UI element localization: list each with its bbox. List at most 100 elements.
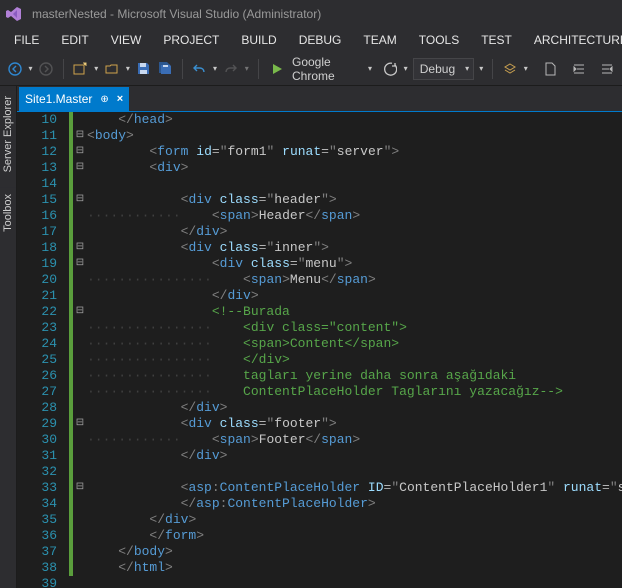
line-number: 30 [17, 432, 69, 448]
fold-toggle[interactable]: ⊟ [73, 128, 87, 144]
menu-edit[interactable]: EDIT [51, 30, 98, 50]
code-line[interactable]: 13⊟ <div> [17, 160, 622, 176]
menu-architecture[interactable]: ARCHITECTURE [524, 30, 622, 50]
undo-button[interactable] [191, 58, 208, 80]
code-line[interactable]: 35 </div> [17, 512, 622, 528]
new-document-button[interactable] [542, 58, 559, 80]
menu-test[interactable]: TEST [471, 30, 522, 50]
code-line[interactable]: 22⊟ <!--Burada [17, 304, 622, 320]
nav-back-dropdown[interactable]: ▾ [27, 64, 33, 73]
browse-with-dropdown[interactable]: ▾ [402, 64, 408, 73]
code-line[interactable]: 20················ <span>Menu</span> [17, 272, 622, 288]
code-text: <body> [87, 128, 134, 144]
code-line[interactable]: 16············ <span>Header</span> [17, 208, 622, 224]
solution-configuration-select[interactable]: Debug [413, 58, 474, 80]
line-number: 15 [17, 192, 69, 208]
open-file-button[interactable] [103, 58, 120, 80]
code-line[interactable]: 18⊟ <div class="inner"> [17, 240, 622, 256]
text-outdent-button[interactable] [599, 58, 616, 80]
code-text: </div> [87, 448, 227, 464]
browse-with-button[interactable] [381, 58, 398, 80]
save-button[interactable] [135, 58, 152, 80]
code-line[interactable]: 37 </body> [17, 544, 622, 560]
line-number: 39 [17, 576, 69, 588]
close-icon[interactable]: × [117, 93, 123, 105]
fold-toggle[interactable]: ⊟ [73, 256, 87, 272]
line-number: 17 [17, 224, 69, 240]
pin-icon[interactable]: ⊕ [100, 94, 108, 105]
vs-logo-icon [6, 6, 22, 22]
code-line[interactable]: 38 </html> [17, 560, 622, 576]
line-number: 23 [17, 320, 69, 336]
code-line[interactable]: 15⊟ <div class="header"> [17, 192, 622, 208]
code-line[interactable]: 10 </head> [17, 112, 622, 128]
code-line[interactable]: 11⊟<body> [17, 128, 622, 144]
fold-toggle [73, 368, 87, 384]
redo-dropdown[interactable]: ▾ [244, 64, 250, 73]
code-line[interactable]: 23 ················ <div class="content"> [17, 320, 622, 336]
open-file-dropdown[interactable]: ▾ [125, 64, 131, 73]
fold-toggle[interactable]: ⊟ [73, 160, 87, 176]
fold-toggle [73, 352, 87, 368]
redo-button[interactable] [222, 58, 239, 80]
code-editor[interactable]: 10 </head>11⊟<body>12⊟ <form id="form1" … [17, 112, 622, 588]
fold-toggle[interactable]: ⊟ [73, 240, 87, 256]
menu-team[interactable]: TEAM [353, 30, 406, 50]
line-number: 31 [17, 448, 69, 464]
code-line[interactable]: 28 </div> [17, 400, 622, 416]
code-line[interactable]: 12⊟ <form id="form1" runat="server"> [17, 144, 622, 160]
code-line[interactable]: 31 </div> [17, 448, 622, 464]
new-project-dropdown[interactable]: ▾ [93, 64, 99, 73]
fold-toggle[interactable]: ⊟ [73, 304, 87, 320]
code-line[interactable]: 39 [17, 576, 622, 588]
code-text: <div class="header"> [87, 192, 337, 208]
code-text: ················ <div class="content"> [87, 320, 407, 336]
start-debugging-button[interactable] [269, 58, 286, 80]
undo-dropdown[interactable]: ▾ [212, 64, 218, 73]
code-line[interactable]: 33⊟ <asp:ContentPlaceHolder ID="ContentP… [17, 480, 622, 496]
code-line[interactable]: 36 </form> [17, 528, 622, 544]
line-number: 12 [17, 144, 69, 160]
code-line[interactable]: 30············ <span>Footer</span> [17, 432, 622, 448]
line-number: 34 [17, 496, 69, 512]
fold-toggle [73, 208, 87, 224]
start-target-label[interactable]: Google Chrome [292, 55, 359, 83]
code-text: ················ </div> [87, 352, 290, 368]
text-indent-button[interactable] [570, 58, 587, 80]
menu-project[interactable]: PROJECT [153, 30, 229, 50]
menu-build[interactable]: BUILD [231, 30, 286, 50]
menu-view[interactable]: VIEW [101, 30, 152, 50]
toolbar: ▾ ▾ ▾ ▾ ▾ Google Chrome ▾ ▾ Debug ▾ ▾ [0, 52, 622, 86]
fold-toggle[interactable]: ⊟ [73, 192, 87, 208]
layers-dropdown[interactable]: ▾ [523, 64, 529, 73]
menu-tools[interactable]: TOOLS [409, 30, 469, 50]
code-line[interactable]: 32 [17, 464, 622, 480]
new-project-button[interactable] [72, 58, 89, 80]
document-tab-active[interactable]: Site1.Master ⊕ × [19, 87, 129, 111]
code-line[interactable]: 29⊟ <div class="footer"> [17, 416, 622, 432]
save-all-button[interactable] [156, 58, 173, 80]
code-line[interactable]: 19⊟ <div class="menu"> [17, 256, 622, 272]
line-number: 13 [17, 160, 69, 176]
code-line[interactable]: 21 </div> [17, 288, 622, 304]
fold-toggle[interactable]: ⊟ [73, 144, 87, 160]
menu-file[interactable]: FILE [4, 30, 49, 50]
code-line[interactable]: 34 </asp:ContentPlaceHolder> [17, 496, 622, 512]
nav-back-button[interactable] [6, 58, 23, 80]
layers-button[interactable] [501, 58, 518, 80]
code-line[interactable]: 26················ tagları yerine daha s… [17, 368, 622, 384]
toolbox-tab[interactable]: Toolbox [0, 188, 16, 238]
fold-toggle[interactable]: ⊟ [73, 480, 87, 496]
start-target-dropdown[interactable]: ▾ [367, 64, 373, 73]
code-line[interactable]: 14 [17, 176, 622, 192]
code-line[interactable]: 27················ ContentPlaceHolder Ta… [17, 384, 622, 400]
fold-toggle[interactable]: ⊟ [73, 416, 87, 432]
fold-toggle [73, 528, 87, 544]
code-line[interactable]: 24················ <span>Content</span> [17, 336, 622, 352]
toolbar-separator [492, 59, 493, 79]
code-line[interactable]: 17 </div> [17, 224, 622, 240]
code-line[interactable]: 25················ </div> [17, 352, 622, 368]
server-explorer-tab[interactable]: Server Explorer [0, 90, 16, 178]
menu-debug[interactable]: DEBUG [289, 30, 352, 50]
solution-configuration-overflow[interactable]: ▾ [478, 64, 484, 73]
